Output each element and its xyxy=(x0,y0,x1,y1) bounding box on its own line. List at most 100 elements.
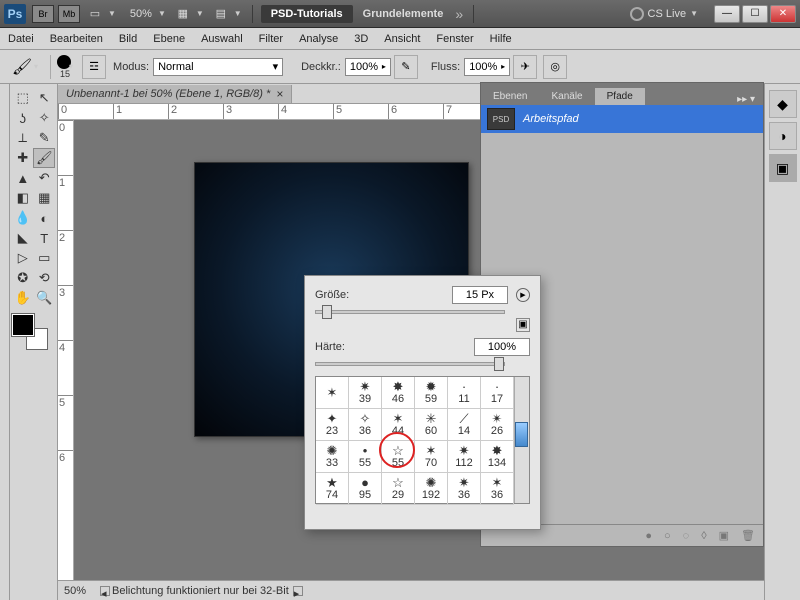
path-item[interactable]: PSD Arbeitspfad xyxy=(481,105,763,133)
brush-preset[interactable]: ✶44 xyxy=(382,409,415,441)
workspace-more-icon[interactable]: » xyxy=(455,6,463,22)
close-button[interactable]: ✕ xyxy=(770,5,796,23)
gradient-tool[interactable]: ▦ xyxy=(34,188,56,208)
zoom-level[interactable]: 50% xyxy=(130,8,152,20)
airbrush-icon[interactable]: ✈ xyxy=(513,55,537,79)
color-swatches[interactable] xyxy=(12,314,48,350)
brush-preset[interactable]: •55 xyxy=(349,441,382,473)
menu-fenster[interactable]: Fenster xyxy=(436,33,473,45)
menu-auswahl[interactable]: Auswahl xyxy=(201,33,243,45)
menu-datei[interactable]: Datei xyxy=(8,33,34,45)
status-zoom[interactable]: 50% xyxy=(64,585,86,597)
brush-preset[interactable]: ·11 xyxy=(448,377,481,409)
brush-preset[interactable]: ✸134 xyxy=(481,441,514,473)
3d-camera-tool[interactable]: ⟲ xyxy=(34,268,56,288)
menu-3d[interactable]: 3D xyxy=(354,33,368,45)
size-slider[interactable] xyxy=(315,310,505,314)
tablet-size-icon[interactable]: ◎ xyxy=(543,55,567,79)
brush-preset[interactable]: ☆29 xyxy=(382,473,415,505)
history-brush-tool[interactable]: ↶ xyxy=(34,168,56,188)
brush-preset[interactable]: ●95 xyxy=(349,473,382,505)
document-tab[interactable]: Unbenannt-1 bei 50% (Ebene 1, RGB/8) *× xyxy=(58,85,292,103)
tab-kanaele[interactable]: Kanäle xyxy=(539,88,594,105)
brush-scrollbar[interactable] xyxy=(514,377,529,503)
brush-tool-icon[interactable]: 🖌 xyxy=(8,54,36,80)
workspace-badge[interactable]: PSD-Tutorials xyxy=(261,5,353,23)
deckkr-input[interactable]: 100%▸ xyxy=(345,58,391,76)
delete-path-icon[interactable]: 🗑 xyxy=(741,529,755,542)
tablet-opacity-icon[interactable]: ✎ xyxy=(394,55,418,79)
brush-tool[interactable]: 🖌 xyxy=(33,148,55,168)
brush-preset[interactable]: ·17 xyxy=(481,377,514,409)
menu-hilfe[interactable]: Hilfe xyxy=(490,33,512,45)
new-path-icon[interactable]: ▣ xyxy=(719,529,729,542)
swatches-panel-icon[interactable]: ◆ xyxy=(769,90,797,118)
wand-tool[interactable]: ✧ xyxy=(34,108,56,128)
fluss-input[interactable]: 100%▸ xyxy=(464,58,510,76)
make-workpath-icon[interactable]: ◊ xyxy=(701,530,706,542)
cslive-button[interactable]: CS Live▼ xyxy=(630,7,704,21)
brush-preset[interactable]: ✦23 xyxy=(316,409,349,441)
menu-bild[interactable]: Bild xyxy=(119,33,137,45)
dodge-tool[interactable]: ◐ xyxy=(34,208,56,228)
heal-tool[interactable]: ✚ xyxy=(12,148,33,168)
move-tool[interactable]: ⬚ xyxy=(12,88,34,108)
brush-preset[interactable]: ✸46 xyxy=(382,377,415,409)
tab-ebenen[interactable]: Ebenen xyxy=(481,88,539,105)
path-to-selection-icon[interactable]: ◌ xyxy=(683,530,690,542)
status-nav-prev-icon[interactable]: ◂ xyxy=(100,586,110,596)
brush-preset[interactable]: ☆55 xyxy=(382,441,415,473)
brush-preset[interactable]: ★74 xyxy=(316,473,349,505)
stroke-path-icon[interactable]: ○ xyxy=(664,530,671,542)
brush-preset[interactable]: ✶70 xyxy=(415,441,448,473)
eraser-tool[interactable]: ◧ xyxy=(12,188,34,208)
fill-path-icon[interactable]: ● xyxy=(645,530,652,542)
minimize-button[interactable]: — xyxy=(714,5,740,23)
brush-preset[interactable]: ✳60 xyxy=(415,409,448,441)
3d-tool[interactable]: ✪ xyxy=(12,268,34,288)
blur-tool[interactable]: 💧 xyxy=(12,208,34,228)
extras-icon[interactable]: ▤ xyxy=(210,5,232,23)
hardness-slider[interactable] xyxy=(315,362,505,366)
lasso-tool[interactable]: ʖ xyxy=(12,108,34,128)
type-tool[interactable]: T xyxy=(34,228,56,248)
zoom-tool[interactable]: 🔍 xyxy=(34,288,56,308)
brush-preset[interactable]: ✶36 xyxy=(481,473,514,505)
eyedropper-tool[interactable]: ✎ xyxy=(34,128,56,148)
brush-preset[interactable]: ✺33 xyxy=(316,441,349,473)
screen-mode-icon[interactable]: ▭ xyxy=(84,5,106,23)
new-preset-icon[interactable]: ▣ xyxy=(516,318,530,332)
panel-menu-icon[interactable]: ▸▸ ▾ xyxy=(729,94,763,105)
hardness-input[interactable]: 100% xyxy=(474,338,530,356)
menu-bearbeiten[interactable]: Bearbeiten xyxy=(50,33,103,45)
menu-ebene[interactable]: Ebene xyxy=(153,33,185,45)
brush-preset[interactable]: ✷36 xyxy=(448,473,481,505)
path-select-tool[interactable]: ▷ xyxy=(12,248,34,268)
modus-select[interactable]: Normal▾ xyxy=(153,58,283,76)
minibridge-button[interactable]: Mb xyxy=(58,5,80,23)
crop-tool[interactable]: ⟂ xyxy=(12,128,34,148)
layers-panel-icon[interactable]: ▣ xyxy=(769,154,797,182)
menu-ansicht[interactable]: Ansicht xyxy=(384,33,420,45)
menu-analyse[interactable]: Analyse xyxy=(299,33,338,45)
brush-preset[interactable]: ✺192 xyxy=(415,473,448,505)
close-tab-icon[interactable]: × xyxy=(276,87,283,101)
maximize-button[interactable]: ☐ xyxy=(742,5,768,23)
brush-preset[interactable]: ✧36 xyxy=(349,409,382,441)
stamp-tool[interactable]: ▲ xyxy=(12,168,34,188)
popup-menu-icon[interactable]: ▶ xyxy=(516,288,530,302)
size-input[interactable]: 15 Px xyxy=(452,286,508,304)
menu-filter[interactable]: Filter xyxy=(259,33,283,45)
pen-tool[interactable]: ◣ xyxy=(12,228,34,248)
brush-preset[interactable]: ✷39 xyxy=(349,377,382,409)
hand-tool[interactable]: ✋ xyxy=(12,288,34,308)
brush-preset[interactable]: ✷112 xyxy=(448,441,481,473)
color-panel-icon[interactable]: ◑ xyxy=(769,122,797,150)
brush-preset[interactable]: ✶ xyxy=(316,377,349,409)
brush-preset[interactable]: ✴26 xyxy=(481,409,514,441)
brush-panel-toggle-icon[interactable]: ☲ xyxy=(82,55,106,79)
shape-tool[interactable]: ▭ xyxy=(34,248,56,268)
status-nav-next-icon[interactable]: ▸ xyxy=(293,586,303,596)
bridge-button[interactable]: Br xyxy=(32,5,54,23)
arrange-icon[interactable]: ▦ xyxy=(172,5,194,23)
